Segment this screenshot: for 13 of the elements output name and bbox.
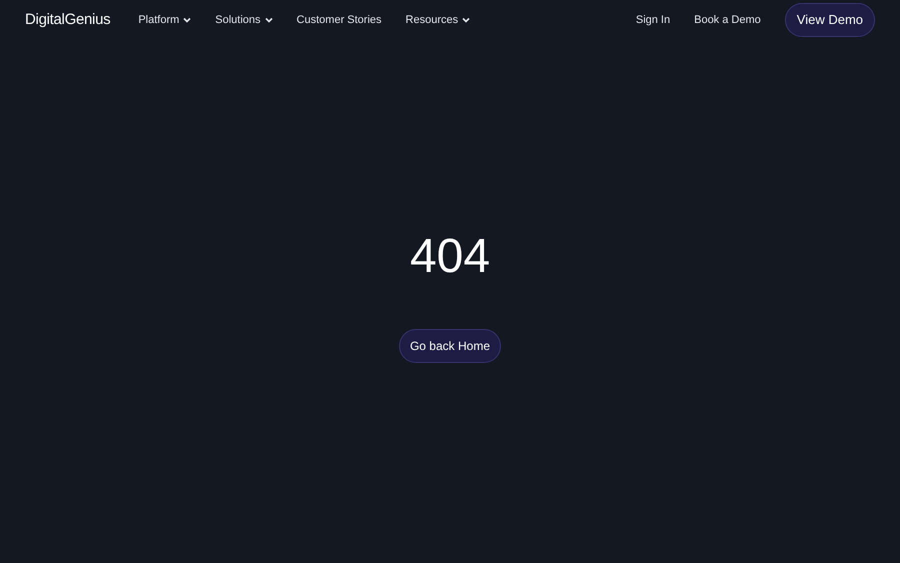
chevron-down-icon [264,17,273,23]
chevron-down-icon [183,17,192,23]
logo[interactable]: DigitalGenius [25,8,110,32]
nav-link[interactable]: Customer Stories [296,12,382,28]
chevron-down-icon [462,17,470,23]
home-button[interactable]: Go back Home [398,329,502,363]
view-demo-button[interactable]: View Demo [784,3,875,37]
error-code: 404 [410,233,490,281]
nav-link[interactable]: Platform [138,12,192,28]
nav-link[interactable]: Book a Demo [694,12,761,28]
nav-link[interactable]: Sign In [636,12,670,28]
nav-link[interactable]: Solutions [215,12,273,28]
nav-link[interactable]: Resources [406,12,470,28]
